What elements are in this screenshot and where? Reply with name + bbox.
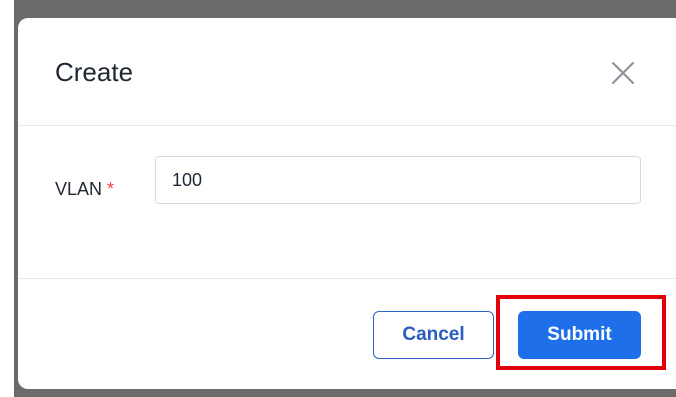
vlan-label: VLAN * bbox=[55, 177, 114, 201]
cancel-button[interactable]: Cancel bbox=[373, 311, 494, 359]
vlan-input[interactable] bbox=[155, 156, 641, 204]
vlan-label-text: VLAN bbox=[55, 179, 103, 199]
create-dialog: Create VLAN* Cancel Submit bbox=[18, 18, 676, 389]
submit-button[interactable]: Submit bbox=[518, 311, 641, 359]
close-button[interactable] bbox=[610, 60, 636, 86]
dialog-title: Create bbox=[55, 57, 134, 87]
dialog-footer: Cancel Submit bbox=[18, 279, 676, 389]
backdrop-edge bbox=[0, 0, 14, 397]
dialog-body: VLAN * bbox=[18, 126, 676, 279]
close-icon bbox=[612, 62, 634, 84]
required-mark: * bbox=[107, 179, 115, 199]
dialog-header: Create bbox=[18, 18, 676, 126]
